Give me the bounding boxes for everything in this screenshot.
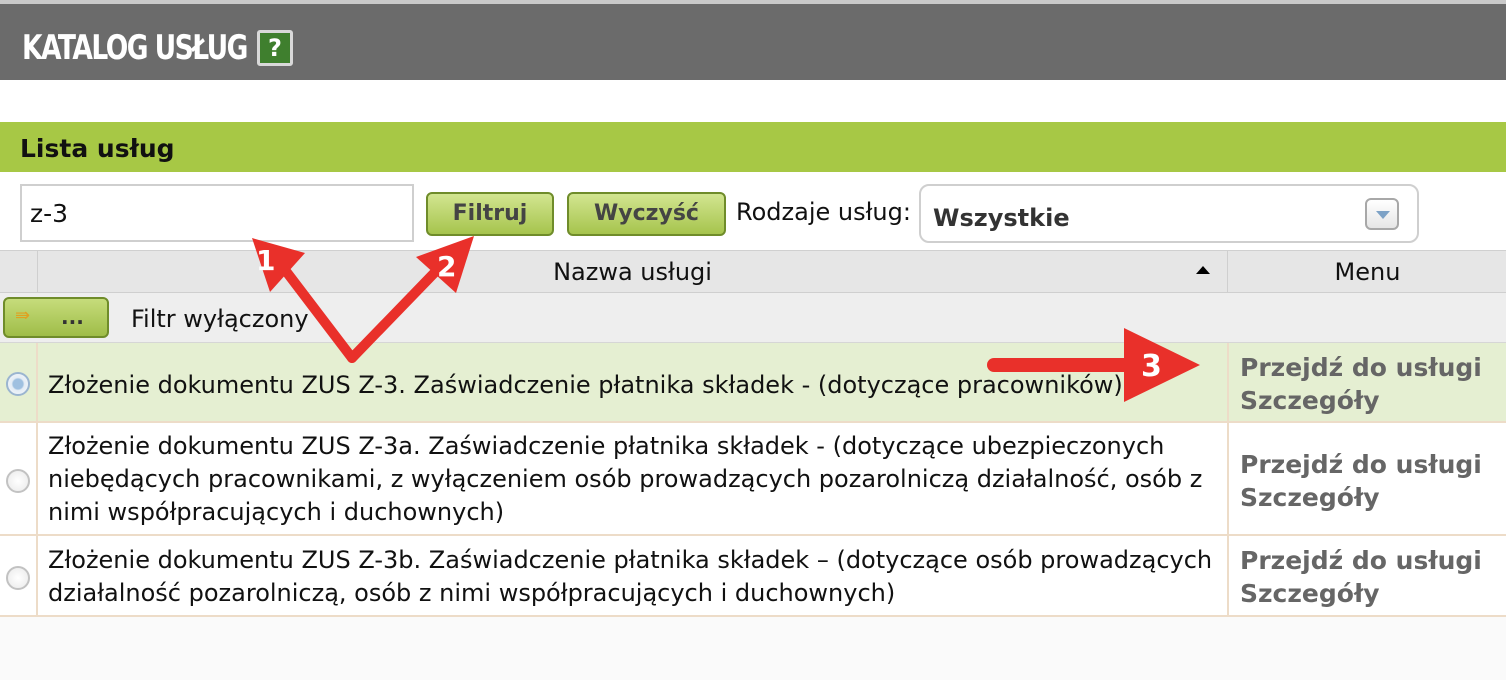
empty-area bbox=[0, 617, 1506, 680]
table-row[interactable]: Złożenie dokumentu ZUS Z-3a. Zaświadczen… bbox=[0, 423, 1506, 536]
column-header-menu: Menu bbox=[1334, 258, 1401, 286]
row-radio[interactable] bbox=[6, 566, 30, 590]
search-input[interactable] bbox=[20, 184, 414, 242]
column-filter-button-label: ... bbox=[61, 305, 84, 329]
row-radio[interactable] bbox=[6, 469, 30, 493]
row-select-cell bbox=[0, 423, 38, 534]
service-name: Złożenie dokumentu ZUS Z-3a. Zaświadczen… bbox=[48, 432, 1203, 526]
service-name: Złożenie dokumentu ZUS Z-3b. Zaświadczen… bbox=[48, 546, 1213, 607]
service-types-value: Wszystkie bbox=[933, 204, 1070, 232]
table-header: Nazwa usługi Menu bbox=[0, 250, 1506, 293]
service-name: Złożenie dokumentu ZUS Z-3. Zaświadczeni… bbox=[48, 371, 1123, 399]
page-header: KATALOG USŁUG ? bbox=[0, 4, 1506, 80]
row-menu-cell: Przejdź do usługi Szczegóły bbox=[1227, 343, 1506, 421]
table-row[interactable]: Złożenie dokumentu ZUS Z-3. Zaświadczeni… bbox=[0, 343, 1506, 423]
help-icon[interactable]: ? bbox=[257, 30, 293, 66]
column-header-name-label: Nazwa usługi bbox=[553, 258, 712, 286]
go-to-service-link[interactable]: Przejdź do usługi bbox=[1240, 544, 1482, 577]
filter-button[interactable]: Filtruj bbox=[426, 192, 554, 236]
panel-title: Lista usług bbox=[20, 134, 175, 163]
clear-button[interactable]: Wyczyść bbox=[567, 192, 726, 236]
table-row[interactable]: Złożenie dokumentu ZUS Z-3b. Zaświadczen… bbox=[0, 536, 1506, 617]
select-column-header bbox=[0, 251, 38, 293]
details-link[interactable]: Szczegóły bbox=[1240, 577, 1380, 610]
sort-ascending-icon[interactable] bbox=[1196, 266, 1210, 274]
column-filter-button[interactable]: ⇛ ... bbox=[3, 297, 109, 338]
service-types-label: Rodzaje usług: bbox=[736, 198, 911, 226]
page-title: KATALOG USŁUG bbox=[22, 28, 248, 68]
row-menu-cell: Przejdź do usługi Szczegóły bbox=[1227, 536, 1506, 615]
filter-arrows-icon: ⇛ bbox=[15, 305, 31, 326]
details-link[interactable]: Szczegóły bbox=[1240, 481, 1380, 514]
chevron-down-icon[interactable] bbox=[1365, 198, 1399, 230]
services-panel-header: Lista usług bbox=[0, 122, 1506, 172]
details-link[interactable]: Szczegóły bbox=[1240, 384, 1380, 417]
row-select-cell bbox=[0, 343, 38, 421]
go-to-service-link[interactable]: Przejdź do usługi bbox=[1240, 351, 1482, 384]
column-header-name[interactable]: Nazwa usługi bbox=[38, 251, 1228, 293]
table-filter-row: ⇛ ... Filtr wyłączony bbox=[0, 293, 1506, 343]
go-to-service-link[interactable]: Przejdź do usługi bbox=[1240, 448, 1482, 481]
filter-status: Filtr wyłączony bbox=[131, 305, 309, 333]
row-radio[interactable] bbox=[6, 372, 30, 396]
row-select-cell bbox=[0, 536, 38, 615]
row-menu-cell: Przejdź do usługi Szczegóły bbox=[1227, 423, 1506, 534]
filter-toolbar: Filtruj Wyczyść Rodzaje usług: Wszystkie bbox=[0, 172, 1506, 250]
service-types-select[interactable]: Wszystkie bbox=[919, 184, 1419, 243]
